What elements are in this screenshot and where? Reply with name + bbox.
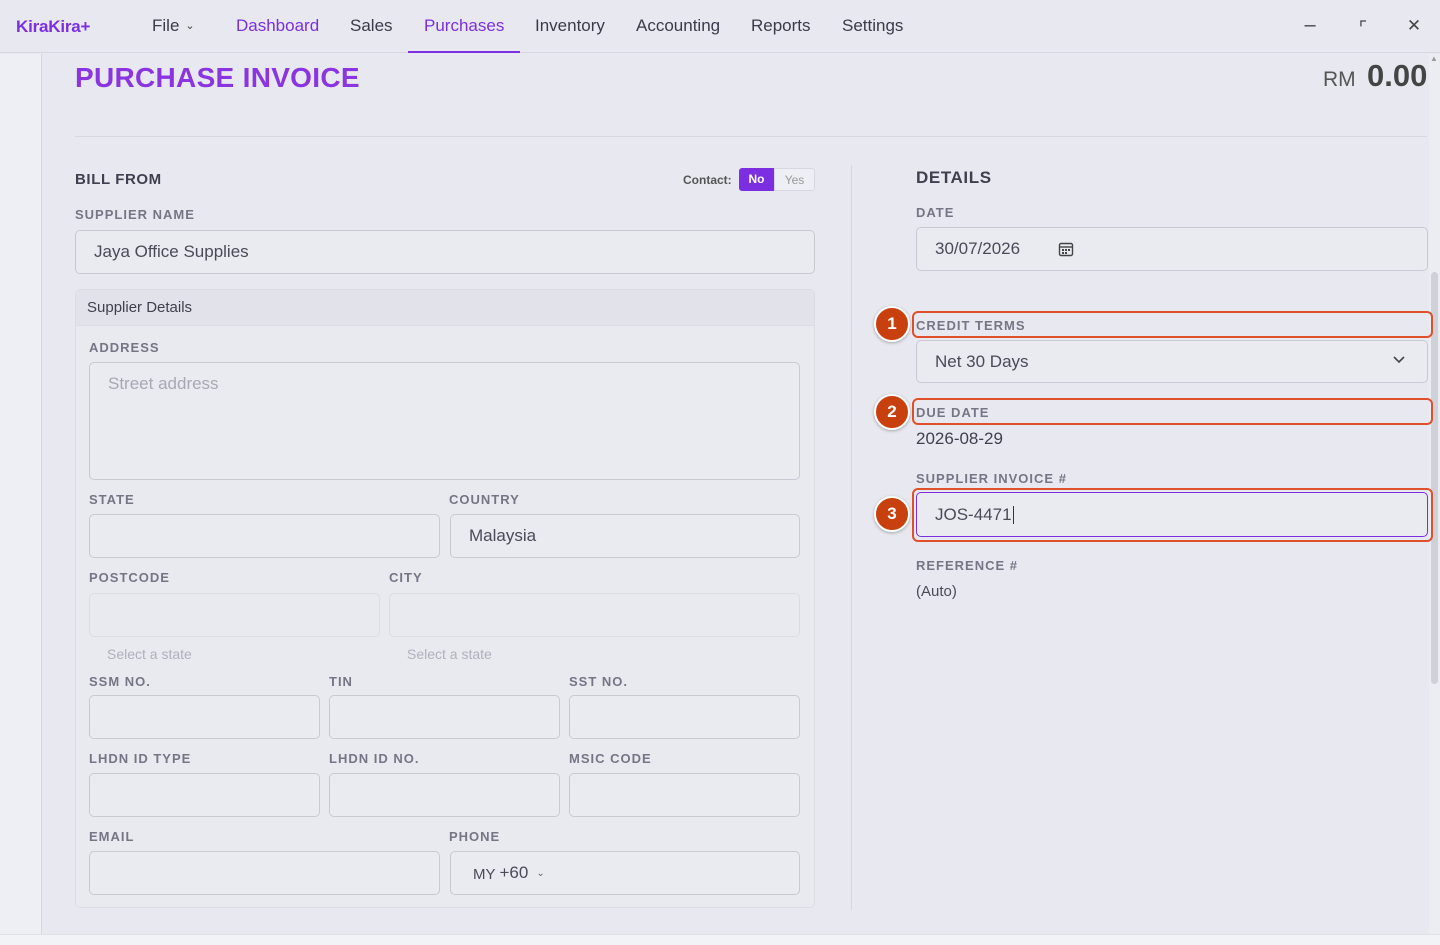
left-sidebar-strip (0, 54, 42, 934)
tin-label: TIN (329, 674, 353, 689)
address-label: ADDRESS (89, 340, 160, 355)
postcode-hint: Select a state (107, 646, 192, 662)
postcode-label: POSTCODE (89, 570, 170, 585)
country-value: Malaysia (469, 526, 537, 545)
msic-label: MSIC CODE (569, 751, 652, 766)
supplier-details-title: Supplier Details (87, 299, 193, 316)
state-label: STATE (89, 492, 135, 507)
bill-from-heading: BILL FROM (75, 171, 162, 188)
email-label: EMAIL (89, 829, 135, 844)
address-textarea[interactable]: Street address (89, 362, 800, 480)
annotation-badge-3: 3 (874, 496, 910, 532)
page-title: PURCHASE INVOICE (75, 62, 360, 93)
lhdn-no-label: LHDN ID NO. (329, 751, 420, 766)
nav-purchases[interactable]: Purchases (424, 16, 504, 36)
due-date-value: 2026-08-29 (916, 429, 1003, 448)
city-label: CITY (389, 570, 423, 585)
nav-dashboard[interactable]: Dashboard (236, 16, 319, 36)
due-date-label: DUE DATE (916, 405, 990, 420)
supplier-invoice-value: JOS-4471 (935, 504, 1012, 524)
annotation-badge-2: 2 (874, 394, 910, 430)
header-divider (75, 136, 1427, 137)
maximize-icon[interactable]: ⌜ (1353, 18, 1373, 39)
close-icon[interactable]: ✕ (1404, 16, 1424, 36)
supplier-invoice-label: SUPPLIER INVOICE # (916, 471, 1067, 486)
credit-terms-select[interactable]: Net 30 Days (916, 340, 1428, 383)
contact-yes-toggle[interactable]: Yes (774, 168, 815, 191)
app-logo: KiraKira+ (16, 17, 91, 36)
chevron-down-icon[interactable]: ⌄ (536, 868, 544, 879)
date-value: 30/07/2026 (935, 239, 1021, 258)
sst-input[interactable] (569, 695, 800, 739)
ssm-input[interactable] (89, 695, 320, 739)
postcode-input[interactable] (89, 593, 380, 637)
country-select[interactable]: Malaysia (450, 514, 800, 558)
credit-terms-value: Net 30 Days (935, 351, 1029, 371)
date-label: DATE (916, 205, 955, 220)
supplier-invoice-input[interactable]: JOS-4471 (916, 492, 1428, 537)
city-input[interactable] (389, 593, 800, 637)
phone-input[interactable]: MY +60 ⌄ (450, 851, 800, 895)
calendar-icon[interactable] (1058, 241, 1074, 257)
sst-label: SST NO. (569, 674, 629, 689)
reference-value: (Auto) (916, 583, 957, 600)
details-heading: DETAILS (916, 168, 992, 187)
phone-code: +60 (499, 863, 529, 882)
top-nav-bar: KiraKira+ File ⌄ Dashboard Sales Purchase… (0, 0, 1440, 53)
nav-inventory[interactable]: Inventory (535, 16, 605, 36)
msic-input[interactable] (569, 773, 800, 817)
address-placeholder: Street address (108, 374, 219, 393)
due-date-highlight (912, 398, 1433, 425)
total-currency: RM (1323, 68, 1356, 91)
supplier-name-input[interactable]: Jaya Office Supplies (75, 230, 815, 274)
minimize-icon[interactable]: – (1300, 14, 1320, 37)
lhdn-no-input[interactable] (329, 773, 560, 817)
nav-sales[interactable]: Sales (350, 16, 393, 36)
text-caret (1012, 505, 1014, 524)
lhdn-type-select[interactable] (89, 773, 320, 817)
tin-input[interactable] (329, 695, 560, 739)
nav-settings[interactable]: Settings (842, 16, 903, 36)
chevron-down-icon: ⌄ (185, 20, 195, 32)
credit-terms-label: CREDIT TERMS (916, 318, 1026, 333)
state-select[interactable] (89, 514, 440, 558)
contact-label: Contact: (683, 173, 732, 187)
date-input[interactable]: 30/07/2026 (916, 227, 1428, 271)
scroll-up-arrow-icon[interactable]: ▲ (1430, 54, 1438, 63)
ssm-label: SSM NO. (89, 674, 151, 689)
supplier-name-value: Jaya Office Supplies (94, 242, 249, 261)
supplier-name-label: SUPPLIER NAME (75, 207, 195, 222)
file-menu-label: File (152, 16, 180, 35)
contact-no-toggle[interactable]: No (739, 168, 774, 191)
lhdn-type-label: LHDN ID TYPE (89, 751, 192, 766)
chevron-down-icon[interactable] (1391, 354, 1407, 366)
phone-label: PHONE (449, 829, 501, 844)
column-divider (851, 165, 852, 910)
phone-country: MY (473, 866, 496, 883)
city-hint: Select a state (407, 646, 492, 662)
total-amount: 0.00 (1367, 58, 1428, 93)
reference-label: REFERENCE # (916, 558, 1019, 573)
nav-reports[interactable]: Reports (751, 16, 811, 36)
nav-accounting[interactable]: Accounting (636, 16, 720, 36)
country-label: COUNTRY (449, 492, 520, 507)
bottom-bar (0, 934, 1440, 945)
active-tab-indicator (408, 51, 520, 53)
email-input[interactable] (89, 851, 440, 895)
file-menu[interactable]: File ⌄ (152, 16, 195, 36)
annotation-badge-1: 1 (874, 306, 910, 342)
